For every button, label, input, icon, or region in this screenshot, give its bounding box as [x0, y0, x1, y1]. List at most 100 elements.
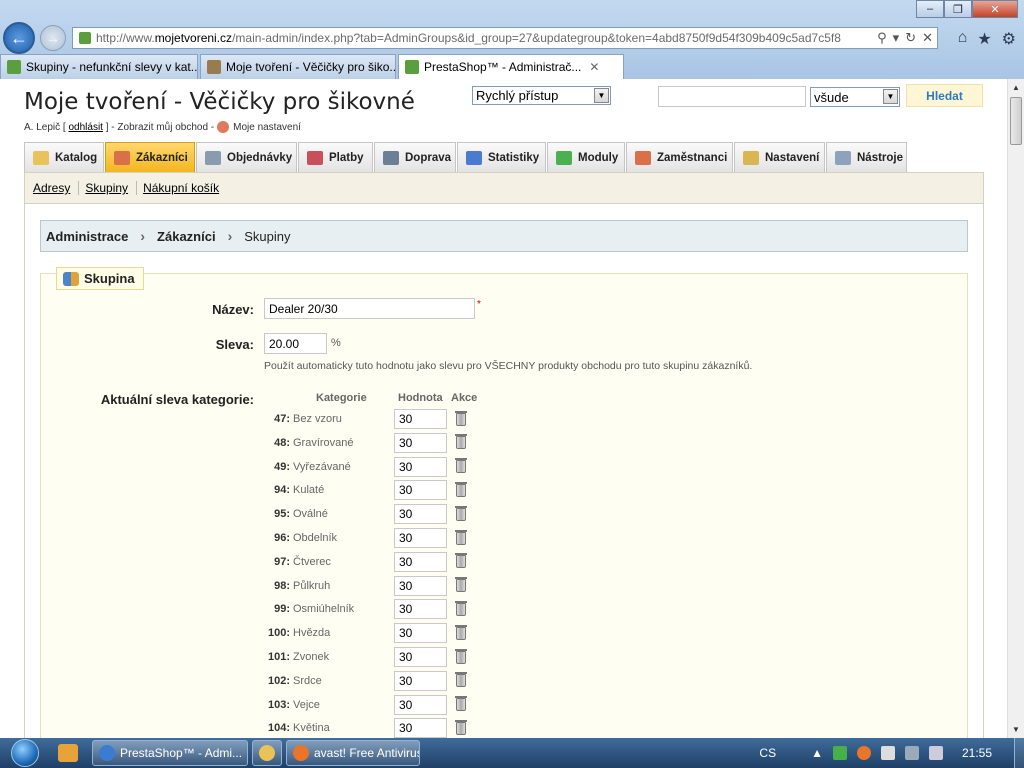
clock[interactable]: 21:55 — [962, 746, 992, 760]
page-scrollbar[interactable]: ▲ ▼ — [1007, 79, 1024, 738]
chevron-down-icon: ▼ — [594, 88, 609, 103]
home-icon[interactable]: ⌂ — [958, 29, 968, 49]
start-button[interactable] — [0, 738, 50, 768]
media-player-icon[interactable] — [58, 744, 78, 762]
category-value-input[interactable]: 30 — [394, 409, 447, 429]
language-indicator[interactable]: CS — [759, 746, 776, 760]
trash-icon[interactable] — [455, 577, 467, 593]
network-icon[interactable] — [904, 746, 919, 760]
scroll-down-icon[interactable]: ▼ — [1008, 721, 1024, 738]
logout-link[interactable]: odhlásit — [68, 122, 102, 133]
submenu-link[interactable]: Adresy — [33, 181, 80, 195]
shield-icon[interactable] — [832, 746, 847, 760]
favorites-star-icon[interactable]: ★ — [977, 29, 991, 49]
menu-tab-9[interactable]: Nástroje — [826, 142, 907, 172]
category-name: Gravírované — [293, 436, 354, 449]
menu-tab-3[interactable]: Platby — [298, 142, 373, 172]
trash-icon[interactable] — [455, 505, 467, 521]
category-name: Kulaté — [293, 484, 325, 497]
chevron-down-icon[interactable]: ▾ — [893, 30, 900, 46]
breadcrumb-link[interactable]: Administrace — [46, 229, 128, 244]
address-bar[interactable]: http://www.mojetvoreni.cz/main-admin/ind… — [72, 27, 938, 49]
forward-button[interactable]: → — [40, 25, 66, 51]
breadcrumb-link[interactable]: Zákazníci — [157, 229, 216, 244]
category-value-input[interactable]: 30 — [394, 647, 447, 667]
category-id: 94: — [274, 484, 290, 497]
category-value-input[interactable]: 30 — [394, 551, 447, 572]
menu-tab-2[interactable]: Objednávky — [196, 142, 297, 172]
menu-tab-1[interactable]: Zákazníci — [105, 142, 195, 172]
category-id: 101: — [267, 651, 290, 663]
scroll-up-icon[interactable]: ▲ — [1008, 79, 1024, 96]
col-category: Kategorie — [316, 392, 367, 404]
category-value-input[interactable]: 30 — [394, 694, 447, 715]
trash-icon[interactable] — [455, 672, 467, 688]
my-settings-link[interactable]: Moje nastavení — [233, 122, 301, 133]
menu-tab-4[interactable]: Doprava — [374, 142, 456, 172]
trash-icon[interactable] — [455, 458, 467, 474]
browser-tab[interactable]: Skupiny - nefunkční slevy v kat... — [0, 54, 198, 79]
category-value-input[interactable]: 30 — [394, 504, 447, 525]
view-shop-text: ] - Zobrazit můj obchod - — [105, 121, 215, 133]
menu-tab-6[interactable]: Moduly — [547, 142, 625, 172]
trash-icon[interactable] — [455, 434, 467, 450]
category-value-input[interactable]: 30 — [394, 528, 447, 548]
refresh-icon[interactable]: ↻ — [905, 30, 916, 46]
submenu-link[interactable]: Nákupní košík — [143, 181, 227, 195]
taskbar-item[interactable] — [252, 740, 282, 766]
table-row: 103: Vejce 30 — [264, 693, 467, 717]
minimize-button[interactable]: – — [916, 0, 944, 18]
chevron-right-icon: › — [227, 228, 233, 244]
menu-tab-8[interactable]: Nastavení — [734, 142, 825, 172]
menu-tab-7[interactable]: Zaměstnanci — [626, 142, 733, 172]
taskbar-item[interactable]: avast! Free Antivirus — [286, 740, 420, 766]
gear-icon[interactable]: ⚙ — [1002, 29, 1016, 49]
category-value-input[interactable]: 30 — [394, 432, 447, 453]
tray-up-arrow-icon[interactable]: ▲ — [811, 746, 823, 760]
trash-icon[interactable] — [455, 648, 467, 664]
trash-icon[interactable] — [455, 600, 467, 616]
browser-tab[interactable]: Moje tvoření - Věčičky pro šiko... — [200, 54, 396, 79]
category-value-input[interactable]: 30 — [394, 575, 447, 596]
trash-icon[interactable] — [455, 553, 467, 569]
category-name: Vejce — [293, 698, 320, 711]
category-id: 95: — [274, 508, 290, 521]
trash-icon[interactable] — [455, 481, 467, 497]
trash-icon[interactable] — [455, 410, 467, 426]
category-value-input[interactable]: 30 — [394, 480, 447, 501]
submenu-link[interactable]: Skupiny — [85, 181, 138, 195]
trash-icon[interactable] — [455, 624, 467, 640]
flag-icon[interactable] — [880, 746, 895, 760]
close-window-button[interactable]: ✕ — [972, 0, 1018, 18]
browser-tab[interactable]: PrestaShop™ - Administrač... ✕ — [398, 54, 624, 79]
taskbar-item[interactable]: PrestaShop™ - Admi... — [92, 740, 248, 766]
category-value-input[interactable]: 30 — [394, 718, 447, 738]
search-scope-select[interactable]: všude ▼ — [810, 87, 900, 107]
category-value-input[interactable]: 30 — [394, 456, 447, 477]
taskbar: PrestaShop™ - Admi... avast! Free Antivir… — [0, 738, 1024, 768]
menu-tab-5[interactable]: Statistiky — [457, 142, 546, 172]
name-field[interactable]: Dealer 20/30 — [264, 298, 475, 319]
category-value-input[interactable]: 30 — [394, 623, 447, 644]
maximize-button[interactable]: ❐ — [944, 0, 972, 18]
quick-access-select[interactable]: Rychlý přístup ▼ — [472, 86, 611, 105]
menu-tab-0[interactable]: Katalog — [24, 142, 104, 172]
search-button[interactable]: Hledat — [906, 84, 983, 107]
trash-icon[interactable] — [455, 529, 467, 545]
trash-icon[interactable] — [455, 696, 467, 712]
menu-icon — [835, 150, 851, 165]
category-value-input[interactable]: 30 — [394, 670, 447, 691]
discount-field[interactable]: 20.00 — [264, 333, 327, 354]
category-value-input[interactable]: 30 — [394, 599, 447, 620]
stop-icon[interactable]: ✕ — [922, 30, 933, 46]
back-button[interactable]: ← — [3, 22, 35, 54]
show-desktop-button[interactable] — [1014, 738, 1024, 768]
trash-icon[interactable] — [455, 719, 467, 735]
search-icon[interactable]: ⚲ — [877, 30, 887, 46]
search-input[interactable] — [658, 86, 806, 107]
avast-icon[interactable] — [856, 746, 871, 760]
scroll-thumb[interactable] — [1010, 97, 1022, 145]
category-id: 100: — [267, 627, 290, 640]
volume-icon[interactable] — [928, 746, 943, 760]
tab-close-icon[interactable]: ✕ — [589, 60, 599, 74]
